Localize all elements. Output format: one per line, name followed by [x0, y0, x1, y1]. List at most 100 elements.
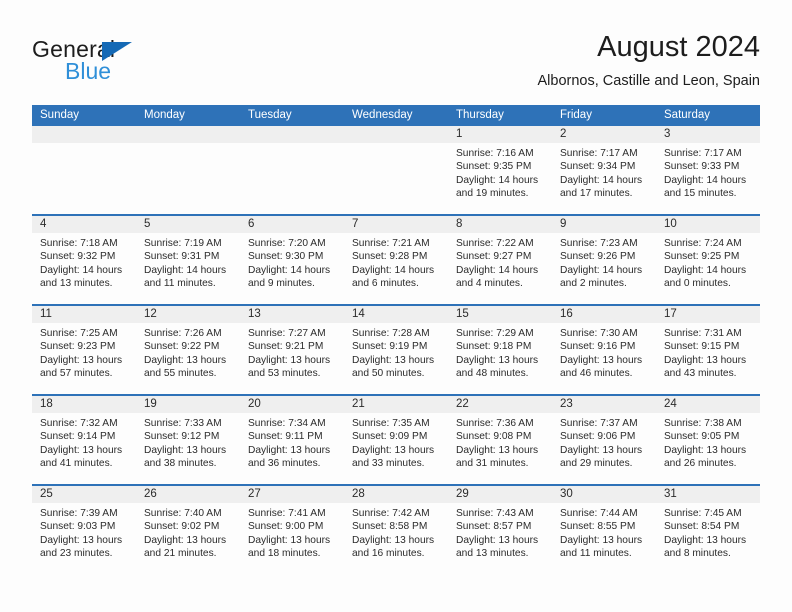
- sunset-text: Sunset: 8:57 PM: [456, 521, 532, 533]
- day-number: 15: [456, 308, 469, 320]
- day-number: 11: [40, 308, 52, 320]
- day-cell[interactable]: 24 Sunrise: 7:38 AM Sunset: 9:05 PM Dayligh…: [656, 396, 760, 484]
- daylight-text-line1: Daylight: 13 hours: [248, 444, 331, 456]
- daylight-text-line2: and 17 minutes.: [560, 188, 633, 200]
- day-cell[interactable]: 17 Sunrise: 7:31 AM Sunset: 9:15 PM Dayligh…: [656, 306, 760, 394]
- day-cell[interactable]: 6 Sunrise: 7:20 AM Sunset: 9:30 PM Daylight…: [240, 216, 344, 304]
- day-cell[interactable]: 23 Sunrise: 7:37 AM Sunset: 9:06 PM Dayligh…: [552, 396, 656, 484]
- day-number: 28: [352, 488, 365, 500]
- day-cell[interactable]: 11 Sunrise: 7:25 AM Sunset: 9:23 PM Dayligh…: [32, 306, 136, 394]
- day-cell[interactable]: 8 Sunrise: 7:22 AM Sunset: 9:27 PM Daylight…: [448, 216, 552, 304]
- sunrise-text: Sunrise: 7:35 AM: [352, 418, 430, 429]
- day-cell[interactable]: 29 Sunrise: 7:43 AM Sunset: 8:57 PM Dayligh…: [448, 486, 552, 574]
- day-cell[interactable]: 12 Sunrise: 7:26 AM Sunset: 9:22 PM Dayligh…: [136, 306, 240, 394]
- sunrise-text: Sunrise: 7:30 AM: [560, 328, 638, 339]
- day-cell[interactable]: [344, 126, 448, 214]
- day-cell[interactable]: 15 Sunrise: 7:29 AM Sunset: 9:18 PM Dayligh…: [448, 306, 552, 394]
- daylight-text-line1: Daylight: 14 hours: [664, 174, 747, 186]
- sunset-text: Sunset: 9:27 PM: [456, 251, 532, 263]
- day-cell[interactable]: 10 Sunrise: 7:24 AM Sunset: 9:25 PM Dayligh…: [656, 216, 760, 304]
- sunset-text: Sunset: 9:14 PM: [40, 431, 116, 443]
- sunset-text: Sunset: 9:28 PM: [352, 251, 428, 263]
- weekday-header-friday: Friday: [560, 109, 592, 121]
- daylight-text-line2: and 4 minutes.: [456, 278, 523, 290]
- daylight-text-line2: and 43 minutes.: [664, 368, 737, 380]
- page-subtitle: Albornos, Castille and Leon, Spain: [537, 73, 760, 89]
- day-number: 21: [352, 398, 365, 410]
- daylight-text-line2: and 0 minutes.: [664, 278, 731, 290]
- daylight-text-line1: Daylight: 13 hours: [560, 444, 643, 456]
- daylight-text-line2: and 16 minutes.: [352, 548, 425, 560]
- daylight-text-line2: and 50 minutes.: [352, 368, 425, 380]
- day-cell[interactable]: 18 Sunrise: 7:32 AM Sunset: 9:14 PM Dayligh…: [32, 396, 136, 484]
- sunset-text: Sunset: 9:11 PM: [248, 431, 323, 443]
- daylight-text-line1: Daylight: 13 hours: [144, 354, 227, 366]
- daylight-text-line1: Daylight: 13 hours: [352, 444, 435, 456]
- day-number: 31: [664, 488, 677, 500]
- day-cell[interactable]: 5 Sunrise: 7:19 AM Sunset: 9:31 PM Daylight…: [136, 216, 240, 304]
- day-cell[interactable]: 22 Sunrise: 7:36 AM Sunset: 9:08 PM Dayligh…: [448, 396, 552, 484]
- sunset-text: Sunset: 9:35 PM: [456, 161, 532, 173]
- daylight-text-line2: and 15 minutes.: [664, 188, 737, 200]
- day-cell[interactable]: 13 Sunrise: 7:27 AM Sunset: 9:21 PM Dayligh…: [240, 306, 344, 394]
- daylight-text-line1: Daylight: 13 hours: [248, 534, 331, 546]
- daylight-text-line2: and 46 minutes.: [560, 368, 633, 380]
- week-row: 25 Sunrise: 7:39 AM Sunset: 9:03 PM Dayligh…: [32, 484, 760, 574]
- sunset-text: Sunset: 9:25 PM: [664, 251, 740, 263]
- calendar-grid: Sunday Monday Tuesday Wednesday Thursday…: [32, 105, 760, 574]
- day-cell[interactable]: 16 Sunrise: 7:30 AM Sunset: 9:16 PM Dayligh…: [552, 306, 656, 394]
- title-block: August 2024 Albornos, Castille and Leon,…: [538, 30, 760, 92]
- day-cell[interactable]: [240, 126, 344, 214]
- daylight-text-line2: and 13 minutes.: [456, 548, 529, 560]
- day-number: 16: [560, 308, 573, 320]
- day-number: 10: [664, 218, 677, 230]
- daylight-text-line2: and 41 minutes.: [40, 458, 113, 470]
- sunrise-text: Sunrise: 7:29 AM: [456, 328, 534, 339]
- day-cell[interactable]: 26 Sunrise: 7:40 AM Sunset: 9:02 PM Dayligh…: [136, 486, 240, 574]
- day-cell[interactable]: 7 Sunrise: 7:21 AM Sunset: 9:28 PM Daylight…: [344, 216, 448, 304]
- day-cell[interactable]: 28 Sunrise: 7:42 AM Sunset: 8:58 PM Dayligh…: [344, 486, 448, 574]
- day-number: 17: [664, 308, 677, 320]
- day-cell[interactable]: 2 Sunrise: 7:17 AM Sunset: 9:34 PM Daylight…: [552, 126, 656, 214]
- weekday-header-monday: Monday: [144, 109, 185, 121]
- general-blue-logo: General Blue: [32, 36, 262, 94]
- day-number: 24: [664, 398, 677, 410]
- day-cell[interactable]: 1 Sunrise: 7:16 AM Sunset: 9:35 PM Daylight…: [448, 126, 552, 214]
- day-number: 9: [560, 218, 567, 230]
- day-cell[interactable]: 21 Sunrise: 7:35 AM Sunset: 9:09 PM Dayligh…: [344, 396, 448, 484]
- day-cell[interactable]: 31 Sunrise: 7:45 AM Sunset: 8:54 PM Dayligh…: [656, 486, 760, 574]
- day-cell[interactable]: 14 Sunrise: 7:28 AM Sunset: 9:19 PM Dayligh…: [344, 306, 448, 394]
- day-number: 29: [456, 488, 469, 500]
- daylight-text-line2: and 18 minutes.: [248, 548, 321, 560]
- daylight-text-line1: Daylight: 13 hours: [664, 444, 747, 456]
- day-cell[interactable]: 19 Sunrise: 7:33 AM Sunset: 9:12 PM Dayligh…: [136, 396, 240, 484]
- sunrise-text: Sunrise: 7:37 AM: [560, 418, 638, 429]
- day-cell[interactable]: 30 Sunrise: 7:44 AM Sunset: 8:55 PM Dayligh…: [552, 486, 656, 574]
- day-cell[interactable]: 9 Sunrise: 7:23 AM Sunset: 9:26 PM Daylight…: [552, 216, 656, 304]
- day-number: 22: [456, 398, 469, 410]
- day-number: 3: [664, 128, 671, 140]
- day-number: 26: [144, 488, 157, 500]
- daylight-text-line1: Daylight: 13 hours: [456, 534, 539, 546]
- daylight-text-line2: and 36 minutes.: [248, 458, 321, 470]
- day-cell[interactable]: 3 Sunrise: 7:17 AM Sunset: 9:33 PM Daylight…: [656, 126, 760, 214]
- sunset-text: Sunset: 9:18 PM: [456, 341, 532, 353]
- daylight-text-line1: Daylight: 14 hours: [248, 264, 331, 276]
- day-cell[interactable]: 20 Sunrise: 7:34 AM Sunset: 9:11 PM Dayligh…: [240, 396, 344, 484]
- sunrise-text: Sunrise: 7:20 AM: [248, 238, 326, 249]
- daylight-text-line2: and 53 minutes.: [248, 368, 321, 380]
- day-cell[interactable]: 4 Sunrise: 7:18 AM Sunset: 9:32 PM Daylight…: [32, 216, 136, 304]
- day-cell[interactable]: 27 Sunrise: 7:41 AM Sunset: 9:00 PM Dayligh…: [240, 486, 344, 574]
- day-cell[interactable]: 25 Sunrise: 7:39 AM Sunset: 9:03 PM Dayligh…: [32, 486, 136, 574]
- daylight-text-line1: Daylight: 13 hours: [664, 354, 747, 366]
- calendar-page: General Blue August 2024 Albornos, Casti…: [0, 0, 792, 612]
- day-number: 6: [248, 218, 255, 230]
- daylight-text-line1: Daylight: 13 hours: [40, 354, 123, 366]
- sunset-text: Sunset: 9:23 PM: [40, 341, 116, 353]
- day-number: 23: [560, 398, 573, 410]
- day-cell[interactable]: [136, 126, 240, 214]
- day-number: 8: [456, 218, 463, 230]
- sunset-text: Sunset: 9:31 PM: [144, 251, 220, 263]
- week-row: 18 Sunrise: 7:32 AM Sunset: 9:14 PM Dayligh…: [32, 394, 760, 484]
- day-cell[interactable]: [32, 126, 136, 214]
